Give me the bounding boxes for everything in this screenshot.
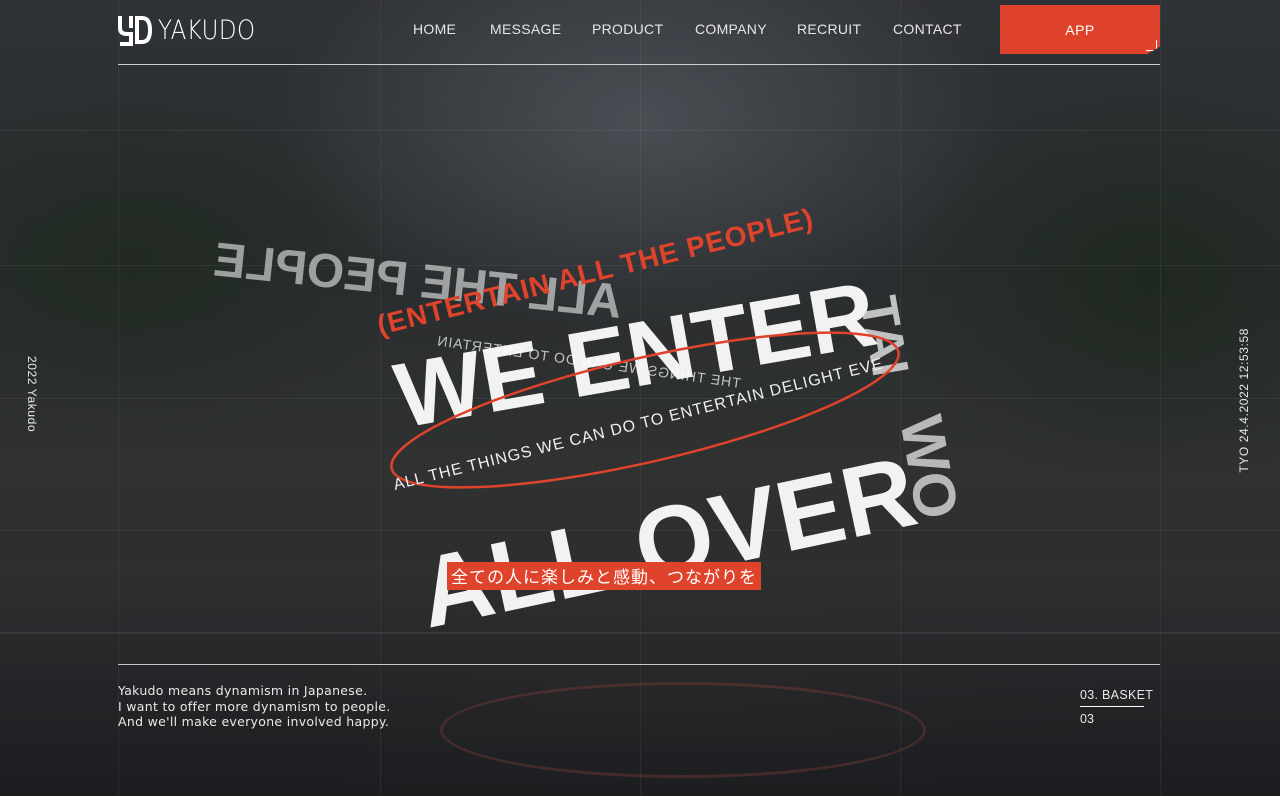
description-line: Yakudo means dynamism in Japanese. xyxy=(118,683,368,698)
jp-tagline: 全ての人に楽しみと感動、つながりを xyxy=(447,562,761,590)
footer-divider xyxy=(118,664,1160,665)
description-line: I want to offer more dynamism to people. xyxy=(118,698,391,714)
scene-name: 03. BASKET xyxy=(1080,688,1154,702)
scene-number: 03 xyxy=(1080,712,1094,726)
scene-divider xyxy=(1080,706,1144,707)
description: Yakudo means dynamism in Japanese. I wan… xyxy=(118,683,391,730)
hero-typography: ALL THE PEOPLE (ENTERTAIN ALL THE PEOPLE… xyxy=(211,202,971,649)
description-line: And we'll make everyone involved happy. xyxy=(118,714,390,729)
